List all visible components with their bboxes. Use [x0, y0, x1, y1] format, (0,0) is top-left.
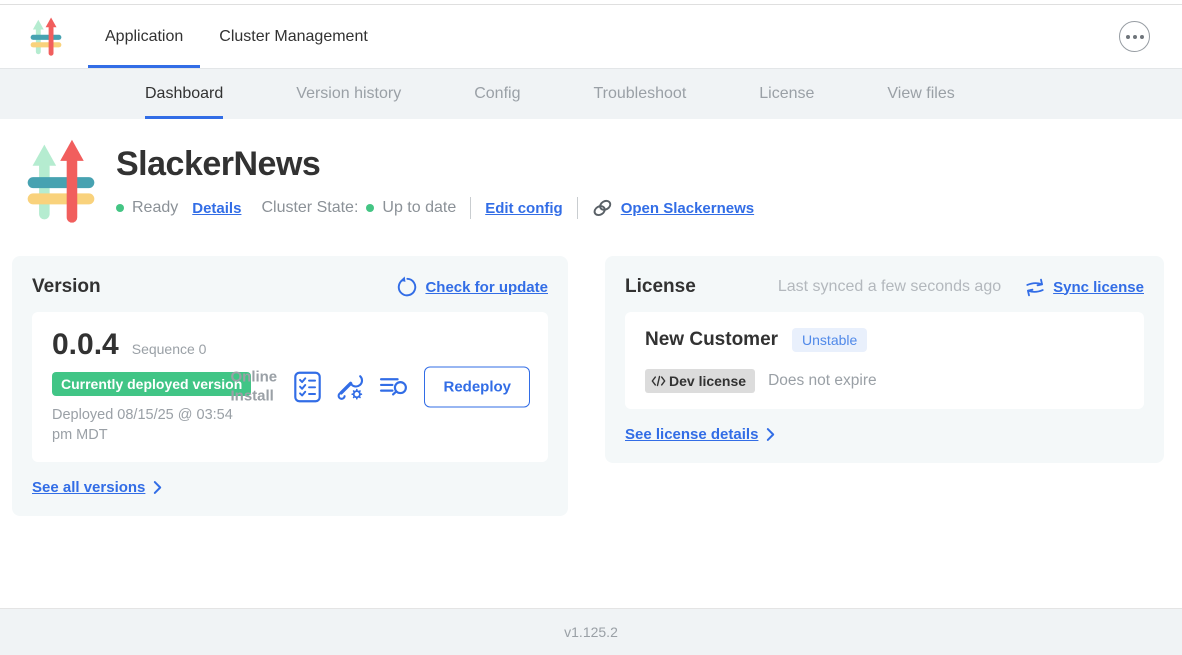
current-version-panel: 0.0.4 Sequence 0 Currently deployed vers… — [32, 312, 548, 462]
version-actions: Online Install — [230, 366, 530, 407]
deployed-version-badge: Currently deployed version — [52, 372, 251, 396]
install-type-label: Online Install — [230, 367, 280, 406]
subnav-dashboard[interactable]: Dashboard — [145, 69, 223, 119]
chevron-right-icon — [153, 480, 162, 495]
tab-cluster-management[interactable]: Cluster Management — [202, 5, 385, 68]
tab-application[interactable]: Application — [88, 5, 200, 68]
chevron-right-icon — [766, 427, 775, 442]
check-for-update-label: Check for update — [425, 279, 548, 296]
ellipsis-icon — [1126, 35, 1130, 39]
subnav-license[interactable]: License — [759, 69, 814, 119]
last-synced-label: Last synced a few seconds ago — [778, 278, 1001, 296]
check-for-update-link[interactable]: Check for update — [395, 276, 548, 298]
deployed-timestamp: Deployed 08/15/25 @ 03:54 pm MDT — [52, 405, 252, 446]
slackernews-app-icon — [22, 135, 100, 229]
cluster-state-value: Up to date — [382, 199, 456, 217]
version-card: Version Check for update 0.0.4 Sequence … — [12, 256, 568, 516]
license-expiry: Does not expire — [768, 372, 877, 390]
details-link[interactable]: Details — [192, 200, 241, 217]
sync-license-link[interactable]: Sync license — [1025, 278, 1144, 297]
app-title-block: SlackerNews Ready Details Cluster State:… — [0, 119, 1182, 229]
sync-icon — [1025, 278, 1045, 297]
main-content: SlackerNews Ready Details Cluster State:… — [0, 119, 1182, 608]
channel-badge: Unstable — [792, 328, 867, 352]
divider — [470, 197, 471, 219]
top-level-tabs: Application Cluster Management — [88, 5, 385, 68]
view-logs-icon[interactable] — [379, 374, 410, 399]
license-detail-panel: New Customer Unstable Dev license — [625, 312, 1144, 409]
see-all-versions-link[interactable]: See all versions — [32, 479, 548, 496]
app-header-bar: Application Cluster Management — [0, 5, 1182, 68]
chain-link-icon — [592, 198, 613, 218]
app-status-row: Ready Details Cluster State: Up to date … — [116, 197, 754, 219]
sync-license-label: Sync license — [1053, 279, 1144, 296]
version-card-title: Version — [32, 276, 101, 298]
customer-name: New Customer — [645, 329, 778, 351]
app-footer: v1.125.2 — [0, 608, 1182, 655]
edit-config-link[interactable]: Edit config — [485, 200, 563, 217]
version-number: 0.0.4 — [52, 328, 119, 362]
subnav-view-files[interactable]: View files — [887, 69, 954, 119]
see-license-details-link[interactable]: See license details — [625, 426, 1144, 443]
open-app-link[interactable]: Open Slackernews — [592, 198, 754, 218]
code-icon — [651, 375, 666, 387]
page-title: SlackerNews — [116, 145, 754, 184]
subnav-version-history[interactable]: Version history — [296, 69, 401, 119]
preflight-checks-icon[interactable] — [294, 371, 321, 402]
sequence-label: Sequence 0 — [132, 341, 207, 357]
console-version: v1.125.2 — [564, 624, 618, 640]
dashboard-cards: Version Check for update 0.0.4 Sequence … — [12, 256, 1170, 516]
license-type-label: Dev license — [669, 373, 746, 389]
app-ready-dot-icon — [116, 204, 124, 212]
refresh-icon — [395, 276, 417, 298]
slackernews-logo-icon — [28, 14, 64, 60]
see-license-details-label: See license details — [625, 426, 758, 443]
edit-config-icon[interactable] — [335, 371, 365, 402]
license-card-title: License — [625, 276, 696, 298]
subnav-config[interactable]: Config — [474, 69, 520, 119]
app-ready-label: Ready — [132, 199, 178, 217]
cluster-state-dot-icon — [366, 204, 374, 212]
more-menu-button[interactable] — [1119, 21, 1150, 52]
open-app-link-label: Open Slackernews — [621, 200, 754, 217]
license-type-badge: Dev license — [645, 369, 755, 393]
tab-cluster-management-label: Cluster Management — [219, 28, 368, 46]
cluster-state-label: Cluster State: — [261, 199, 358, 217]
tab-application-label: Application — [105, 28, 183, 46]
redeploy-button[interactable]: Redeploy — [424, 366, 530, 407]
divider — [577, 197, 578, 219]
subnav-troubleshoot[interactable]: Troubleshoot — [593, 69, 686, 119]
see-all-versions-label: See all versions — [32, 479, 145, 496]
app-subnav: Dashboard Version history Config Trouble… — [0, 68, 1182, 119]
license-card: License Last synced a few seconds ago — [605, 256, 1164, 463]
